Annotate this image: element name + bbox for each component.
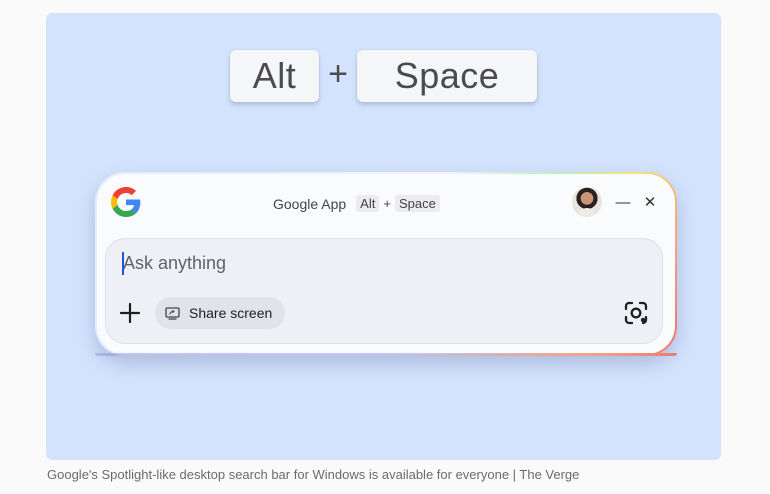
window-title-row: Google App Alt + Space bbox=[273, 193, 440, 214]
space-key: Space bbox=[357, 50, 537, 102]
google-logo-icon bbox=[111, 187, 141, 217]
plus-sign: + bbox=[328, 54, 348, 93]
avatar[interactable] bbox=[572, 187, 602, 217]
hero-image: Alt + Space Google App Alt + Space — ✕ A… bbox=[46, 13, 721, 460]
shortcut-plus: + bbox=[383, 196, 391, 211]
lens-camera-icon[interactable] bbox=[623, 300, 649, 326]
alt-shortcut-badge: Alt bbox=[356, 195, 380, 212]
minimize-icon[interactable]: — bbox=[613, 192, 633, 212]
close-icon[interactable]: ✕ bbox=[640, 192, 660, 212]
space-shortcut-badge: Space bbox=[394, 195, 440, 212]
share-screen-icon bbox=[165, 306, 180, 320]
image-caption: Google's Spotlight-like desktop search b… bbox=[47, 467, 580, 482]
share-screen-button[interactable]: Share screen bbox=[155, 297, 285, 329]
alt-key: Alt bbox=[230, 50, 319, 102]
google-app-window: Google App Alt + Space — ✕ Ask anything bbox=[95, 172, 677, 356]
search-input-card[interactable]: Ask anything Share screen bbox=[105, 238, 663, 344]
search-input[interactable]: Ask anything bbox=[123, 253, 226, 274]
share-screen-label: Share screen bbox=[189, 305, 273, 321]
google-app-panel: Google App Alt + Space — ✕ Ask anything bbox=[97, 174, 675, 354]
plus-icon[interactable] bbox=[117, 300, 143, 326]
keyboard-shortcut-illustration: Alt + Space bbox=[230, 50, 537, 102]
window-title: Google App bbox=[273, 195, 347, 212]
